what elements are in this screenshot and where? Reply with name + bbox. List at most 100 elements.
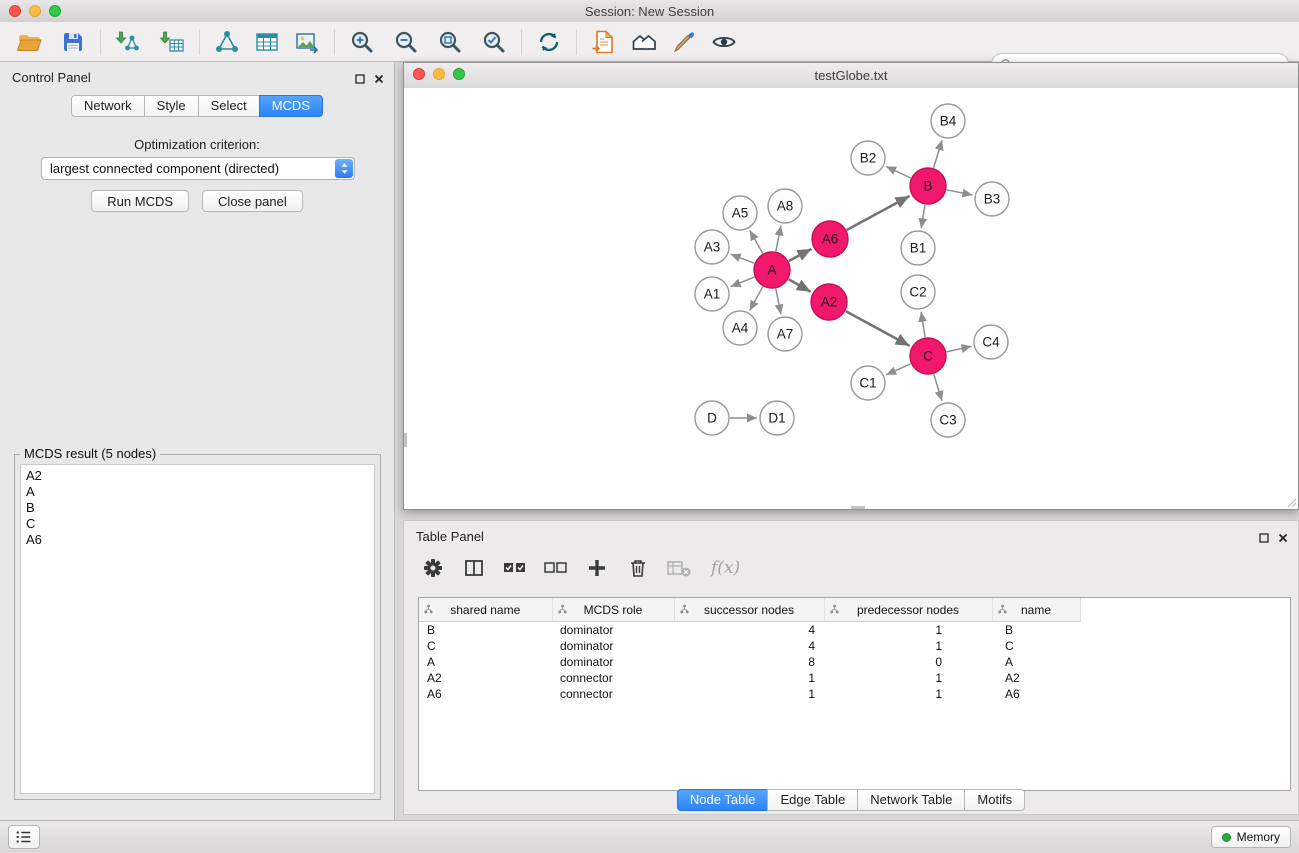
- graph-node-C1[interactable]: C1: [851, 366, 885, 400]
- graph-edge-C-C3[interactable]: [934, 374, 942, 401]
- graph-edge-A-A6[interactable]: [789, 249, 812, 261]
- zoom-fit-button[interactable]: [435, 27, 465, 57]
- table-cell[interactable]: C: [992, 638, 1080, 654]
- column-header-MCDS-role[interactable]: MCDS role: [552, 598, 674, 622]
- zoom-window-button[interactable]: [49, 5, 61, 17]
- graph-node-A7[interactable]: A7: [768, 317, 802, 351]
- network-canvas[interactable]: B4B2BB3A8A5A6B1A3AC2A1A2A4A7C4CC1C3DD1: [404, 88, 1298, 509]
- graph-node-A2[interactable]: A2: [811, 284, 847, 320]
- column-header-name[interactable]: name: [992, 598, 1080, 622]
- table-cell[interactable]: 0: [824, 654, 992, 670]
- graph-node-B2[interactable]: B2: [851, 141, 885, 175]
- table-cell[interactable]: B: [992, 622, 1080, 639]
- export-image-button[interactable]: [292, 27, 322, 57]
- tab-edge-table[interactable]: Edge Table: [767, 789, 858, 811]
- save-session-button[interactable]: [58, 27, 88, 57]
- close-window-button[interactable]: [9, 5, 21, 17]
- table-cell[interactable]: 8: [674, 654, 824, 670]
- graph-node-C2[interactable]: C2: [901, 275, 935, 309]
- tab-mcds[interactable]: MCDS: [259, 95, 323, 117]
- graph-node-C4[interactable]: C4: [974, 325, 1008, 359]
- table-cell[interactable]: dominator: [552, 654, 674, 670]
- table-row[interactable]: A6connector11A6: [419, 686, 1080, 702]
- tab-select[interactable]: Select: [198, 95, 260, 117]
- graph-edge-B-B4[interactable]: [934, 140, 943, 168]
- table-cell[interactable]: 1: [824, 638, 992, 654]
- float-panel-icon[interactable]: [355, 71, 365, 89]
- graph-node-A3[interactable]: A3: [695, 230, 729, 264]
- graph-node-D[interactable]: D: [695, 401, 729, 435]
- table-settings-button[interactable]: [420, 555, 446, 581]
- zoom-selected-button[interactable]: [479, 27, 509, 57]
- graph-node-C[interactable]: C: [910, 338, 946, 374]
- memory-button[interactable]: Memory: [1211, 826, 1291, 848]
- graph-edge-A-A8[interactable]: [776, 226, 781, 252]
- graph-edge-C-C1[interactable]: [886, 364, 911, 375]
- select-all-button[interactable]: [502, 555, 528, 581]
- table-cell[interactable]: A: [992, 654, 1080, 670]
- minimize-window-button[interactable]: [29, 5, 41, 17]
- optimization-dropdown[interactable]: largest connected component (directed): [41, 157, 355, 180]
- deselect-all-button[interactable]: [543, 555, 569, 581]
- table-row[interactable]: Bdominator41B: [419, 622, 1080, 639]
- column-header-shared-name[interactable]: shared name: [419, 598, 552, 622]
- mcds-result-item[interactable]: A: [26, 484, 369, 500]
- graph-node-B4[interactable]: B4: [931, 104, 965, 138]
- open-session-page-button[interactable]: [589, 27, 619, 57]
- graph-node-A5[interactable]: A5: [723, 196, 757, 230]
- vertical-scroll-indicator[interactable]: [404, 433, 407, 447]
- function-builder-button[interactable]: f(x): [711, 558, 740, 578]
- graph-edge-A-A3[interactable]: [731, 254, 755, 263]
- mcds-result-item[interactable]: B: [26, 500, 369, 516]
- column-header-successor-nodes[interactable]: successor nodes: [674, 598, 824, 622]
- graph-edge-B-B2[interactable]: [886, 167, 911, 179]
- graph-edge-A-A1[interactable]: [731, 277, 755, 287]
- zoom-in-button[interactable]: [347, 27, 377, 57]
- table-cell[interactable]: 1: [824, 686, 992, 702]
- table-row[interactable]: Cdominator41C: [419, 638, 1080, 654]
- table-cell[interactable]: 1: [674, 670, 824, 686]
- graph-edge-C-C2[interactable]: [921, 312, 925, 337]
- graph-node-A[interactable]: A: [754, 252, 790, 288]
- graph-edge-A-A4[interactable]: [750, 287, 763, 311]
- graph-node-B1[interactable]: B1: [901, 231, 935, 265]
- horizontal-scroll-indicator[interactable]: [851, 506, 865, 509]
- graph-edge-A-A7[interactable]: [776, 289, 781, 315]
- tab-network[interactable]: Network: [71, 95, 145, 117]
- graph-edge-A-A2[interactable]: [789, 279, 811, 291]
- refresh-view-button[interactable]: [534, 27, 564, 57]
- graph-node-C3[interactable]: C3: [931, 403, 965, 437]
- new-table-button[interactable]: [252, 27, 282, 57]
- graph-node-A6[interactable]: A6: [812, 221, 848, 257]
- table-cell[interactable]: A: [419, 654, 552, 670]
- tab-motifs[interactable]: Motifs: [964, 789, 1025, 811]
- graph-node-D1[interactable]: D1: [760, 401, 794, 435]
- resize-grip-icon[interactable]: [1285, 496, 1297, 508]
- table-cell[interactable]: A6: [992, 686, 1080, 702]
- zoom-network-window-button[interactable]: [453, 68, 465, 80]
- graph-node-A8[interactable]: A8: [768, 189, 802, 223]
- table-row[interactable]: Adominator80A: [419, 654, 1080, 670]
- mcds-result-item[interactable]: C: [26, 516, 369, 532]
- mcds-result-item[interactable]: A2: [26, 468, 369, 484]
- new-network-button[interactable]: [212, 27, 242, 57]
- delete-table-button[interactable]: [666, 555, 692, 581]
- close-panel-button[interactable]: Close panel: [202, 190, 303, 212]
- close-table-panel-icon[interactable]: [1278, 530, 1288, 548]
- close-network-window-button[interactable]: [413, 68, 425, 80]
- import-table-file-button[interactable]: [157, 27, 187, 57]
- tab-node-table[interactable]: Node Table: [677, 789, 769, 811]
- table-cell[interactable]: dominator: [552, 622, 674, 639]
- tab-network-table[interactable]: Network Table: [857, 789, 965, 811]
- table-cell[interactable]: A2: [419, 670, 552, 686]
- style-brush-button[interactable]: [669, 27, 699, 57]
- add-column-button[interactable]: [584, 555, 610, 581]
- table-cell[interactable]: 4: [674, 622, 824, 639]
- home-button[interactable]: [629, 27, 659, 57]
- table-cell[interactable]: B: [419, 622, 552, 639]
- zoom-out-button[interactable]: [391, 27, 421, 57]
- delete-column-button[interactable]: [625, 555, 651, 581]
- graph-edge-A6-B[interactable]: [847, 196, 910, 230]
- show-columns-button[interactable]: [461, 555, 487, 581]
- graph-edge-B-B1[interactable]: [921, 205, 925, 229]
